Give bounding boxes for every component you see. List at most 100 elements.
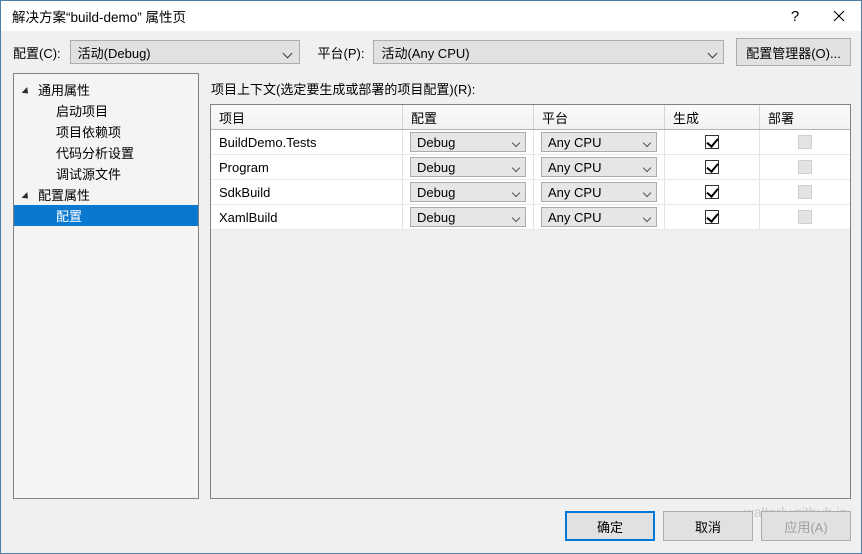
build-checkbox[interactable]: [705, 185, 719, 199]
grid-column-header-label: 配置: [411, 110, 438, 126]
dialog-content: 通用属性 启动项目 项目依赖项 代码分析设置 调试源文件 配置属性 配置 项目上下文(选定要…: [1, 73, 861, 499]
apply-button[interactable]: 应用(A): [761, 511, 851, 541]
cell-platform: Any CPU: [534, 155, 665, 179]
grid-column-header-label: 部署: [768, 110, 795, 126]
row-configuration-select-value: Debug: [417, 134, 456, 150]
grid-body: BuildDemo.Tests Debug Any CPU Program Debug A…: [211, 130, 850, 498]
platform-select[interactable]: 活动(Any CPU): [373, 40, 725, 64]
grid-column-header-label: 平台: [542, 110, 569, 126]
row-platform-select[interactable]: Any CPU: [541, 132, 657, 152]
grid-column-header-label: 生成: [673, 110, 700, 126]
chevron-down-icon: [639, 215, 656, 220]
project-name-label: XamlBuild: [219, 209, 278, 225]
row-configuration-select[interactable]: Debug: [410, 207, 526, 227]
project-context-label: 项目上下文(选定要生成或部署的项目配置)(R):: [211, 82, 476, 97]
deploy-checkbox: [798, 185, 812, 199]
tree-item-label: 通用属性: [38, 83, 91, 98]
grid-column-header-2[interactable]: 平台: [534, 105, 665, 129]
cell-build: [665, 180, 760, 204]
row-configuration-select[interactable]: Debug: [410, 182, 526, 202]
tree-item-label: 调试源文件: [56, 167, 122, 182]
cell-configuration: Debug: [403, 130, 534, 154]
chevron-down-icon: [639, 190, 656, 195]
grid-column-header-3[interactable]: 生成: [665, 105, 760, 129]
row-platform-select[interactable]: Any CPU: [541, 157, 657, 177]
chevron-down-icon: [508, 140, 525, 145]
cell-project-name: SdkBuild: [211, 180, 403, 204]
chevron-down-icon: [508, 215, 525, 220]
configuration-label: 配置(C):: [13, 45, 61, 61]
cell-project-name: XamlBuild: [211, 205, 403, 229]
build-checkbox[interactable]: [705, 135, 719, 149]
cell-project-name: BuildDemo.Tests: [211, 130, 403, 154]
tree-item-4[interactable]: 调试源文件: [14, 163, 198, 184]
chevron-down-icon: [508, 190, 525, 195]
expander-triangle-icon[interactable]: [22, 189, 34, 201]
row-platform-select[interactable]: Any CPU: [541, 182, 657, 202]
row-platform-select-value: Any CPU: [548, 134, 602, 150]
tree-item-1[interactable]: 启动项目: [14, 100, 198, 121]
tree-item-label: 配置属性: [38, 188, 91, 203]
cell-deploy: [760, 205, 850, 229]
tree-item-2[interactable]: 项目依赖项: [14, 121, 198, 142]
cell-deploy: [760, 130, 850, 154]
cell-project-name: Program: [211, 155, 403, 179]
expander-triangle-icon[interactable]: [22, 84, 34, 96]
build-checkbox[interactable]: [705, 210, 719, 224]
cancel-button[interactable]: 取消: [663, 511, 753, 541]
row-configuration-select-value: Debug: [417, 159, 456, 175]
chevron-down-icon: [279, 50, 299, 55]
cell-platform: Any CPU: [534, 205, 665, 229]
title-bar-buttons: ?: [773, 1, 861, 31]
cell-platform: Any CPU: [534, 130, 665, 154]
row-configuration-select-value: Debug: [417, 184, 456, 200]
chevron-down-icon: [508, 165, 525, 170]
window-title: 解决方案“build-demo” 属性页: [12, 10, 187, 25]
cell-configuration: Debug: [403, 155, 534, 179]
configuration-manager-button[interactable]: 配置管理器(O)...: [736, 38, 851, 66]
title-bar: 解决方案“build-demo” 属性页 ?: [1, 1, 861, 31]
ok-button[interactable]: 确定: [565, 511, 655, 541]
settings-tree: 通用属性启动项目项目依赖项代码分析设置 调试源文件配置属性配置: [13, 73, 199, 499]
row-configuration-select[interactable]: Debug: [410, 157, 526, 177]
table-row[interactable]: BuildDemo.Tests Debug Any CPU: [211, 130, 850, 155]
grid-header-row: 项目 配置 平台 生成 部署: [211, 105, 850, 130]
configuration-toolbar: 配置(C): 活动(Debug) 平台(P): 活动(Any CPU) 配置管理…: [1, 31, 861, 73]
deploy-checkbox: [798, 160, 812, 174]
configuration-select-value: 活动(Debug): [77, 45, 151, 61]
tree-item-0[interactable]: 通用属性: [14, 79, 198, 100]
row-configuration-select[interactable]: Debug: [410, 132, 526, 152]
grid-column-header-label: 项目: [219, 110, 246, 126]
cell-build: [665, 130, 760, 154]
table-row[interactable]: SdkBuild Debug Any CPU: [211, 180, 850, 205]
solution-property-pages-dialog: 解决方案“build-demo” 属性页 ? 配置(C): 活动(Debug) …: [0, 0, 862, 554]
chevron-down-icon: [639, 165, 656, 170]
cell-configuration: Debug: [403, 205, 534, 229]
project-name-label: SdkBuild: [219, 184, 271, 200]
dialog-footer: walterlv.github.io 确定 取消 应用(A): [1, 499, 861, 553]
project-context-pane: 项目上下文(选定要生成或部署的项目配置)(R): 项目 配置 平台 生成 部署 Buil…: [199, 73, 851, 499]
build-checkbox[interactable]: [705, 160, 719, 174]
cell-deploy: [760, 155, 850, 179]
tree-item-5[interactable]: 配置属性: [14, 184, 198, 205]
configuration-select[interactable]: 活动(Debug): [69, 40, 300, 64]
tree-item-3[interactable]: 代码分析设置: [14, 142, 198, 163]
cell-platform: Any CPU: [534, 180, 665, 204]
tree-item-label: 代码分析设置: [56, 146, 135, 161]
tree-item-label: 项目依赖项: [56, 125, 122, 140]
grid-column-header-0[interactable]: 项目: [211, 105, 403, 129]
grid-column-header-4[interactable]: 部署: [760, 105, 850, 129]
row-platform-select-value: Any CPU: [548, 209, 602, 225]
row-platform-select[interactable]: Any CPU: [541, 207, 657, 227]
tree-item-label: 启动项目: [56, 104, 109, 119]
table-row[interactable]: XamlBuild Debug Any CPU: [211, 205, 850, 230]
row-configuration-select-value: Debug: [417, 209, 456, 225]
project-name-label: BuildDemo.Tests: [219, 134, 317, 150]
help-button[interactable]: ?: [773, 1, 817, 31]
tree-item-6[interactable]: 配置: [14, 205, 198, 226]
grid-column-header-1[interactable]: 配置: [403, 105, 534, 129]
table-row[interactable]: Program Debug Any CPU: [211, 155, 850, 180]
close-icon: [833, 10, 845, 22]
chevron-down-icon: [703, 50, 723, 55]
close-button[interactable]: [817, 1, 861, 31]
